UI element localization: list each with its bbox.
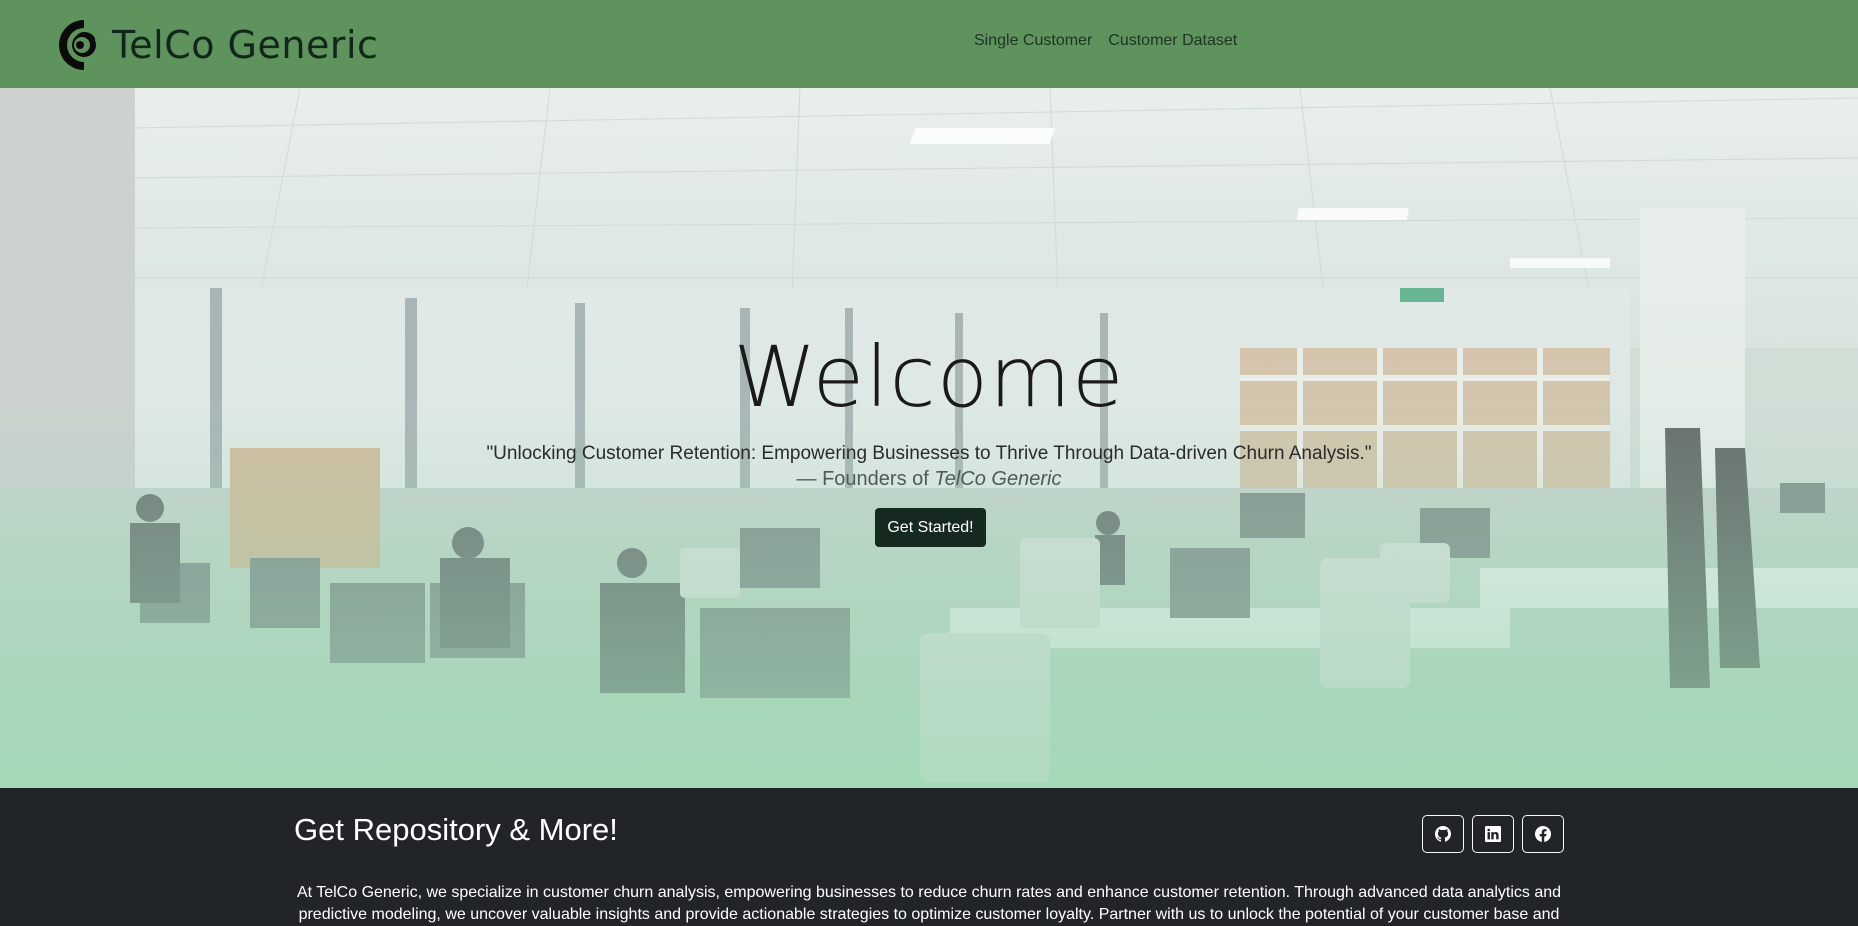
footer-description: At TelCo Generic, we specialize in custo… bbox=[296, 884, 1562, 923]
nav-links: Single Customer Customer Dataset bbox=[974, 32, 1237, 50]
attribution-company: TelCo Generic bbox=[934, 468, 1062, 490]
hero-section: Welcome "Unlocking Customer Retention: E… bbox=[0, 88, 1858, 788]
telco-logo-icon bbox=[58, 19, 96, 70]
social-links bbox=[1422, 815, 1564, 853]
get-started-button[interactable]: Get Started! bbox=[875, 508, 986, 547]
linkedin-button[interactable] bbox=[1472, 815, 1514, 853]
hero-attribution: — Founders of TelCo Generic bbox=[0, 468, 1858, 491]
attribution-prefix: — Founders of bbox=[796, 468, 935, 490]
nav-link-single-customer[interactable]: Single Customer bbox=[974, 32, 1092, 50]
hero-quote: "Unlocking Customer Retention: Empowerin… bbox=[486, 443, 1372, 464]
facebook-button[interactable] bbox=[1522, 815, 1564, 853]
github-icon bbox=[1435, 826, 1451, 842]
footer-title: Get Repository & More! bbox=[294, 812, 618, 847]
footer: Get Repository & More! At TelCo Generic,… bbox=[0, 788, 1858, 923]
brand-name: TelCo Generic bbox=[112, 23, 379, 67]
nav-link-customer-dataset[interactable]: Customer Dataset bbox=[1108, 32, 1237, 50]
facebook-icon bbox=[1535, 826, 1551, 842]
github-button[interactable] bbox=[1422, 815, 1464, 853]
hero-title: Welcome bbox=[733, 328, 1125, 426]
hero-content: Welcome "Unlocking Customer Retention: E… bbox=[0, 88, 1858, 788]
brand-link[interactable]: TelCo Generic bbox=[58, 16, 378, 74]
linkedin-icon bbox=[1485, 826, 1501, 842]
navbar: TelCo Generic Single Customer Customer D… bbox=[0, 0, 1858, 88]
